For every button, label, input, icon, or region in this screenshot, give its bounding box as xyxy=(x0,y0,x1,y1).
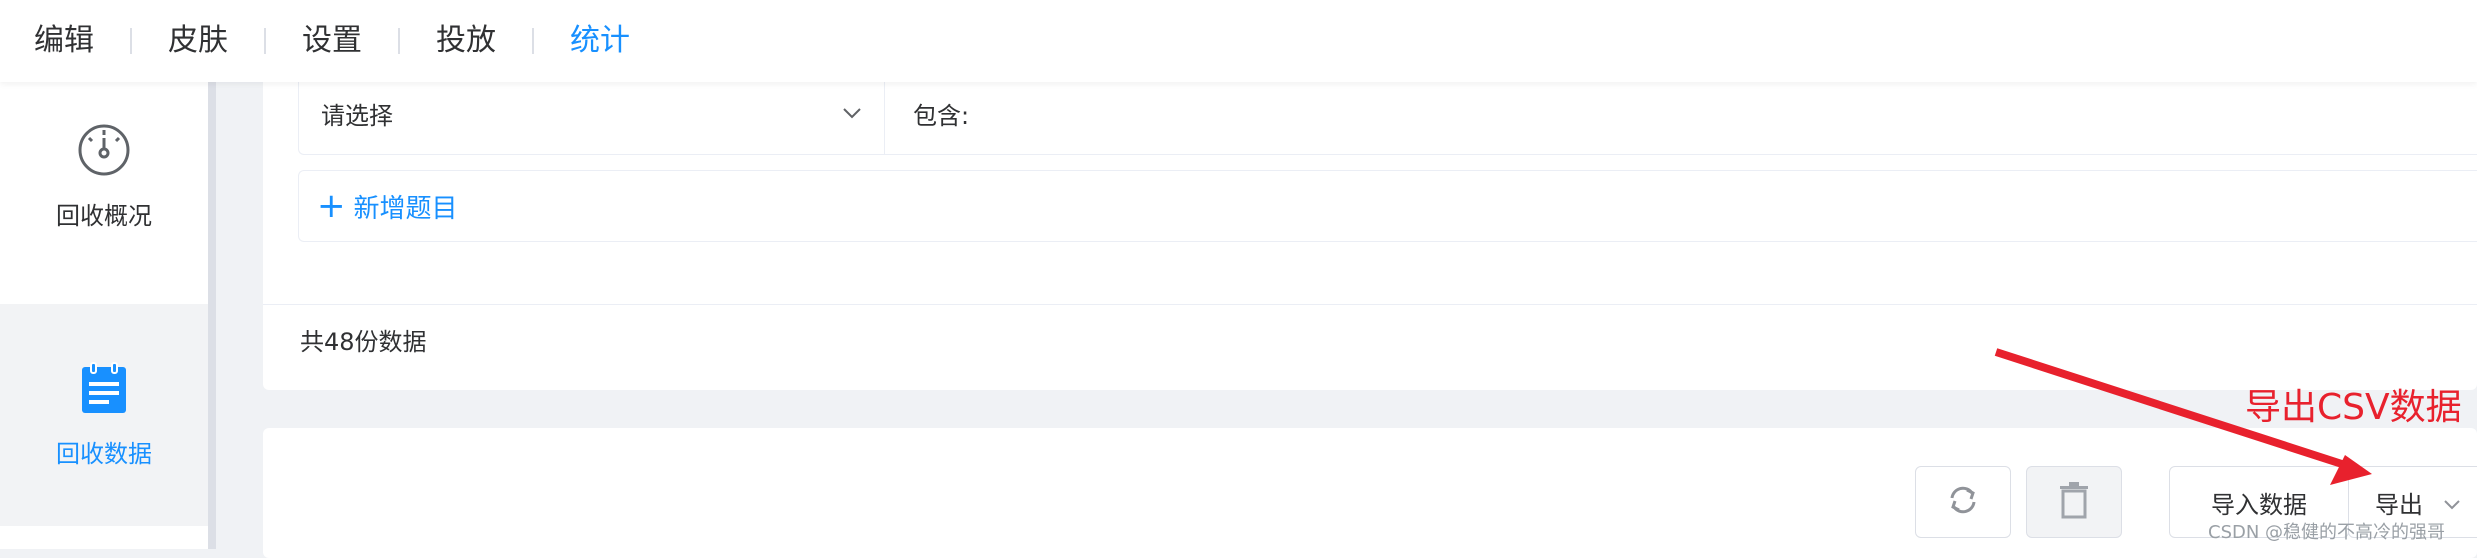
chevron-down-icon xyxy=(2443,488,2461,516)
data-toolbar: 导入数据 导出 xyxy=(263,428,2477,558)
divider xyxy=(263,304,2477,305)
sidebar-item-label: 回收概况 xyxy=(56,202,152,230)
filter-panel: 请选择 包含: + 新增题目 共48份数据 xyxy=(263,60,2477,390)
sidebar-item-data[interactable]: 回收数据 xyxy=(0,304,208,526)
select-placeholder: 请选择 xyxy=(321,101,393,130)
refresh-icon xyxy=(1945,482,1981,522)
tab-statistics[interactable]: 统计 xyxy=(534,0,666,82)
sidebar-item-label: 回收数据 xyxy=(56,440,152,468)
add-question-label: 新增题目 xyxy=(353,193,458,224)
tab-publish[interactable]: 投放 xyxy=(400,0,532,82)
tab-skin[interactable]: 皮肤 xyxy=(132,0,264,82)
sidebar: 回收概况 回收数据 xyxy=(0,82,216,549)
tab-settings[interactable]: 设置 xyxy=(266,0,398,82)
field-select[interactable]: 请选择 xyxy=(299,72,885,154)
watermark: CSDN @稳健的不高冷的强哥 xyxy=(2208,522,2446,543)
export-label: 导出 xyxy=(2375,490,2423,519)
add-question-button[interactable]: + 新增题目 xyxy=(317,188,458,225)
sidebar-item-overview[interactable]: 回收概况 xyxy=(0,122,208,322)
filter-condition-row: 请选择 包含: xyxy=(298,72,2477,155)
tab-edit[interactable]: 编辑 xyxy=(0,0,130,82)
annotation-text: 导出CSV数据 xyxy=(2245,387,2462,428)
clipboard-icon xyxy=(77,360,131,420)
chevron-down-icon xyxy=(842,104,862,123)
record-count: 共48份数据 xyxy=(300,328,427,356)
top-nav: 编辑 皮肤 设置 投放 统计 xyxy=(0,0,2477,82)
contains-label: 包含: xyxy=(913,101,970,130)
sidebar-scrollbar[interactable] xyxy=(208,82,216,549)
delete-button[interactable] xyxy=(2026,466,2122,538)
add-question-row: + 新增题目 xyxy=(298,170,2477,242)
trash-icon xyxy=(2058,481,2090,523)
gauge-icon xyxy=(76,122,132,182)
refresh-button[interactable] xyxy=(1915,466,2011,538)
plus-icon: + xyxy=(317,186,346,226)
